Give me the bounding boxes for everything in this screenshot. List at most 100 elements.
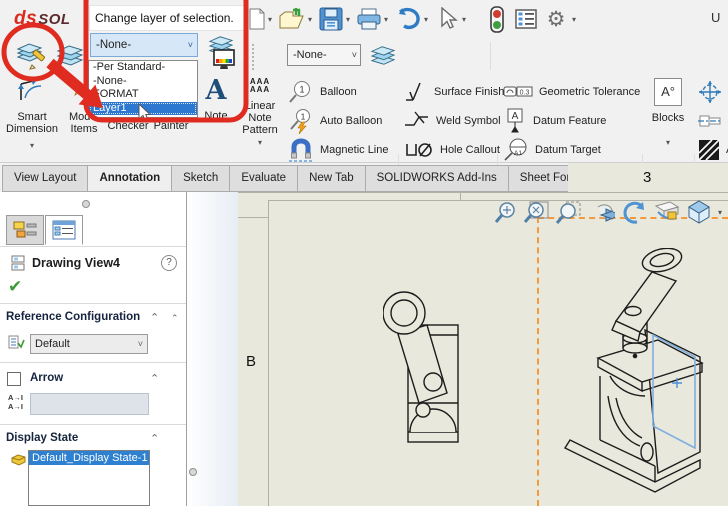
- magnetic-line-button[interactable]: Magnetic Line: [288, 136, 389, 164]
- display-state-icon: [10, 452, 27, 467]
- panel-drag-dot[interactable]: [82, 200, 90, 208]
- toolbar-separator: [490, 42, 491, 70]
- blocks-flyout[interactable]: ▾: [646, 138, 690, 147]
- tab-annotation[interactable]: Annotation: [87, 165, 172, 192]
- splitter-handle-icon[interactable]: [189, 468, 197, 476]
- tab-sketch[interactable]: Sketch: [171, 165, 230, 192]
- arrow-label-field[interactable]: [30, 393, 149, 415]
- datum-target-button[interactable]: A1 Datum Target: [503, 136, 601, 164]
- datum-feature-icon: A: [503, 108, 527, 134]
- traffic-light-button[interactable]: [489, 6, 505, 33]
- select-button[interactable]: [436, 6, 460, 32]
- layer-combo[interactable]: -None- ˅: [287, 44, 361, 66]
- surface-finish-button[interactable]: Surface Finish: [404, 78, 504, 106]
- datum-feature-button[interactable]: A Datum Feature: [503, 107, 606, 135]
- datum-target-label: Datum Target: [535, 144, 601, 156]
- zoom-in-out-icon[interactable]: [494, 201, 517, 224]
- select-cursor-icon: [438, 7, 458, 31]
- center-mark-button[interactable]: C: [698, 78, 728, 106]
- balloon-button[interactable]: 1 Balloon: [288, 78, 357, 106]
- save-button[interactable]: [318, 7, 344, 31]
- display-pane-button[interactable]: [514, 8, 538, 30]
- hole-callout-button[interactable]: Hole Callout: [404, 136, 500, 164]
- gear-flyout-arrow[interactable]: ▾: [572, 15, 576, 24]
- options-gear-button[interactable]: ⚙: [543, 5, 569, 33]
- geometric-tolerance-button[interactable]: 0.3 Geometric Tolerance: [503, 78, 640, 106]
- group-display-state[interactable]: Display State: [6, 432, 78, 444]
- undo-flyout-arrow[interactable]: ▾: [424, 15, 428, 24]
- display-style-icon[interactable]: [687, 200, 711, 224]
- reference-configuration-combo[interactable]: Default ˅: [30, 334, 148, 354]
- display-state-listbox[interactable]: Default_Display State-1: [28, 450, 150, 506]
- open-button[interactable]: [278, 7, 306, 31]
- hole-callout-icon: [404, 138, 434, 162]
- tab-evaluate[interactable]: Evaluate: [229, 165, 298, 192]
- select-flyout-arrow[interactable]: ▾: [462, 15, 466, 24]
- drawing-view-isometric[interactable]: [550, 248, 728, 506]
- sheet-zone-tick-top: [460, 192, 461, 200]
- blocks-button[interactable]: A° Blocks ▾: [646, 78, 690, 147]
- layer-combo-open[interactable]: -None- ˅: [90, 33, 198, 57]
- open-flyout-arrow[interactable]: ▾: [308, 15, 312, 24]
- panel-title: Drawing View4: [32, 256, 120, 270]
- layer-properties-button-2[interactable]: [368, 43, 398, 69]
- tab-property-manager[interactable]: [45, 215, 83, 245]
- group-arrow[interactable]: Arrow: [30, 372, 63, 384]
- magnetic-line-label: Magnetic Line: [320, 144, 389, 156]
- layer-option-none[interactable]: -None-: [89, 75, 197, 89]
- tab-feature-manager[interactable]: [6, 215, 44, 245]
- tab-solidworks-add-ins[interactable]: SOLIDWORKS Add-Ins: [365, 165, 509, 192]
- print-icon: [356, 8, 382, 30]
- view-arrow-label-icon: A→I A→I: [8, 393, 23, 411]
- layer-option-format[interactable]: FORMAT: [89, 88, 197, 102]
- zoom-to-fit-icon[interactable]: [524, 201, 549, 224]
- save-flyout-arrow[interactable]: ▾: [346, 15, 350, 24]
- drawing-view-front[interactable]: [383, 290, 463, 450]
- display-state-item-selected[interactable]: Default_Display State-1: [29, 451, 149, 465]
- view-toolbar-flyout[interactable]: ▾: [718, 208, 722, 217]
- undo-button[interactable]: [394, 6, 422, 32]
- arrow-checkbox[interactable]: [7, 372, 21, 386]
- traffic-light-icon: [490, 6, 504, 33]
- tab-new-tab[interactable]: New Tab: [297, 165, 366, 192]
- group-reference-configuration[interactable]: Reference Configuration: [6, 311, 140, 323]
- print-button[interactable]: [356, 7, 382, 31]
- previous-view-icon[interactable]: [588, 201, 615, 224]
- area-hatch-button[interactable]: A: [698, 136, 728, 164]
- layer-button[interactable]: [54, 42, 86, 70]
- color-display-mode-icon[interactable]: [212, 48, 236, 72]
- centerline-button[interactable]: C: [698, 107, 728, 135]
- 3d-drawing-view-icon[interactable]: [654, 200, 680, 224]
- collapse-chevron-icon[interactable]: ⌃: [150, 432, 159, 445]
- print-flyout-arrow[interactable]: ▾: [384, 15, 388, 24]
- collapse-chevron-icon[interactable]: ⌃: [150, 372, 159, 385]
- solidworks-window: dsSOL ▾ ▾ ▾: [0, 0, 728, 506]
- smart-dimension-button[interactable]: Smart Dimension ▾: [2, 78, 62, 150]
- svg-text:A: A: [512, 111, 519, 122]
- tooltip: Change layer of selection.: [89, 5, 245, 31]
- new-document-icon: [248, 8, 266, 30]
- layer-properties-button[interactable]: [14, 40, 50, 72]
- linear-note-pattern-button[interactable]: AAA AAA Linear Note Pattern ▾: [236, 78, 284, 147]
- tab-view-layout[interactable]: View Layout: [2, 165, 88, 192]
- new-flyout-arrow[interactable]: ▾: [268, 15, 272, 24]
- ok-check-button[interactable]: ✔: [8, 277, 22, 297]
- area-hatch-icon: [698, 139, 720, 161]
- new-document-button[interactable]: [246, 7, 268, 31]
- help-icon[interactable]: ?: [161, 255, 177, 271]
- auto-balloon-button[interactable]: 1 Auto Balloon: [288, 107, 382, 135]
- rotate-view-icon[interactable]: [622, 201, 647, 224]
- zoom-to-area-icon[interactable]: [556, 201, 581, 224]
- panel-splitter[interactable]: [186, 192, 238, 506]
- note-button[interactable]: A Note: [198, 78, 234, 122]
- panel-scroll-up-icon[interactable]: ⌃: [171, 313, 179, 324]
- weld-symbol-button[interactable]: Weld Symbol: [404, 107, 501, 135]
- linear-note-pattern-flyout[interactable]: ▾: [236, 138, 284, 147]
- smart-dimension-flyout[interactable]: ▾: [2, 141, 62, 150]
- feature-tree-icon: [13, 220, 37, 240]
- collapse-chevron-icon[interactable]: ⌃: [150, 311, 159, 324]
- toolbar-drag-handle[interactable]: [252, 44, 254, 70]
- chevron-down-icon: ˅: [188, 40, 193, 50]
- layer-option-per-standard[interactable]: -Per Standard-: [89, 61, 197, 75]
- balloon-icon: 1: [288, 79, 314, 105]
